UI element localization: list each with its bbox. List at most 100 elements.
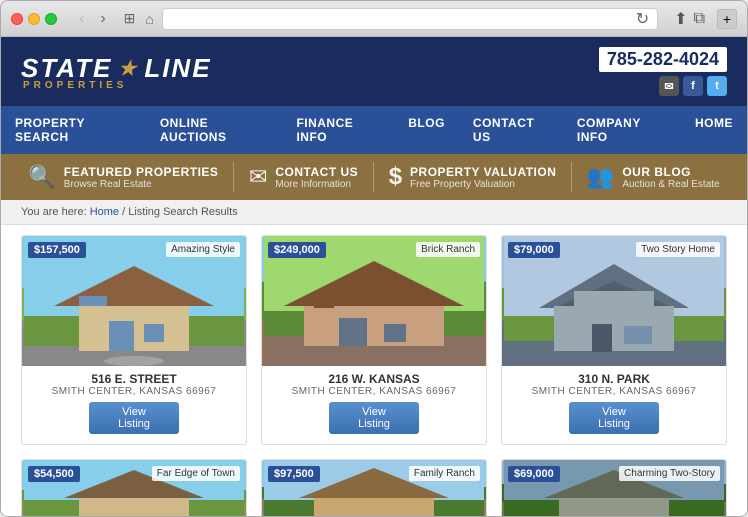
nav-arrows: ‹ › xyxy=(73,8,112,30)
nav-company-info[interactable]: COMPANY INFO xyxy=(563,106,681,154)
feature-valuation-text: PROPERTY VALUATION Free Property Valuati… xyxy=(410,165,556,190)
logo-sub: PROPERTIES xyxy=(23,80,212,91)
listing-price-4: $54,500 xyxy=(28,466,80,482)
listings-grid: $157,500 Amazing Style 516 E. STREET SMI… xyxy=(21,235,727,445)
feature-properties-title: FEATURED PROPERTIES xyxy=(64,165,219,179)
view-listing-button-2[interactable]: View Listing xyxy=(329,402,419,434)
home-button[interactable]: ⌂ xyxy=(145,11,153,27)
feature-valuation[interactable]: $ PROPERTY VALUATION Free Property Valua… xyxy=(389,163,557,191)
listing-style-5: Family Ranch xyxy=(409,466,480,481)
view-listing-button-1[interactable]: View Listing xyxy=(89,402,179,434)
share-button[interactable]: ⬆ xyxy=(674,9,687,29)
listing-info-3: 310 N. PARK SMITH CENTER, KANSAS 66967 V… xyxy=(502,366,726,444)
people-icon: 👥 xyxy=(587,164,614,190)
site-content: STATE ★ LINE PROPERTIES 785-282-4024 ✉ f… xyxy=(1,37,747,517)
listing-image-6: $69,000 Charming Two-Story xyxy=(502,460,726,517)
nav-home[interactable]: HOME xyxy=(681,106,747,154)
refresh-button[interactable]: ↻ xyxy=(636,9,649,29)
listing-price-5: $97,500 xyxy=(268,466,320,482)
windows-button[interactable]: ⧉ xyxy=(694,9,705,29)
feature-contact[interactable]: ✉ CONTACT US More Information xyxy=(249,164,358,190)
listing-style-2: Brick Ranch xyxy=(416,242,480,257)
listing-address-3: 310 N. PARK xyxy=(508,372,720,386)
listing-card-5: $97,500 Family Ranch xyxy=(261,459,487,517)
listing-card-2: $249,000 Brick Ranch 216 W. KANSAS SMITH… xyxy=(261,235,487,445)
feature-divider-2 xyxy=(373,162,374,192)
listing-card-6: $69,000 Charming Two-Story xyxy=(501,459,727,517)
nav-blog[interactable]: BLOG xyxy=(394,106,459,154)
header-right: 785-282-4024 ✉ f t xyxy=(599,47,727,96)
feature-contact-sub: More Information xyxy=(275,179,358,190)
listing-image-4: $54,500 Far Edge of Town xyxy=(22,460,246,517)
feature-contact-text: CONTACT US More Information xyxy=(275,165,358,190)
feature-divider-1 xyxy=(233,162,234,192)
mail-icon: ✉ xyxy=(249,164,267,190)
listing-city-1: SMITH CENTER, KANSAS 66967 xyxy=(28,386,240,397)
listing-style-6: Charming Two-Story xyxy=(619,466,720,481)
feature-bar: 🔍 FEATURED PROPERTIES Browse Real Estate… xyxy=(1,154,747,200)
listing-style-1: Amazing Style xyxy=(166,242,240,257)
listing-style-4: Far Edge of Town xyxy=(152,466,240,481)
breadcrumb-prefix: You are here: xyxy=(21,206,90,218)
main-navigation: PROPERTY SEARCH ONLINE AUCTIONS FINANCE … xyxy=(1,106,747,154)
listing-card-3: $79,000 Two Story Home 310 N. PARK SMITH… xyxy=(501,235,727,445)
logo-star: ★ xyxy=(118,56,138,81)
reader-button[interactable]: ⊞ xyxy=(124,10,136,27)
listing-info-2: 216 W. KANSAS SMITH CENTER, KANSAS 66967… xyxy=(262,366,486,444)
feature-blog-text: OUR BLOG Auction & Real Estate xyxy=(622,165,719,190)
feature-properties-sub: Browse Real Estate xyxy=(64,179,219,190)
site-header: STATE ★ LINE PROPERTIES 785-282-4024 ✉ f… xyxy=(1,37,747,106)
close-button[interactable] xyxy=(11,13,23,25)
feature-contact-title: CONTACT US xyxy=(275,165,358,179)
feature-valuation-sub: Free Property Valuation xyxy=(410,179,556,190)
maximize-button[interactable] xyxy=(45,13,57,25)
listing-info-1: 516 E. STREET SMITH CENTER, KANSAS 66967… xyxy=(22,366,246,444)
search-icon: 🔍 xyxy=(28,164,55,190)
listing-image-3: $79,000 Two Story Home xyxy=(502,236,726,366)
browser-titlebar: ‹ › ⊞ ⌂ ↻ ⬆ ⧉ + xyxy=(1,1,747,37)
feature-blog[interactable]: 👥 OUR BLOG Auction & Real Estate xyxy=(587,164,720,190)
browser-window: ‹ › ⊞ ⌂ ↻ ⬆ ⧉ + STATE ★ LINE PROPERTIES xyxy=(0,0,748,517)
listing-image-5: $97,500 Family Ranch xyxy=(262,460,486,517)
logo[interactable]: STATE ★ LINE PROPERTIES xyxy=(21,53,212,91)
listing-image-1: $157,500 Amazing Style xyxy=(22,236,246,366)
listing-price-2: $249,000 xyxy=(268,242,326,258)
back-button[interactable]: ‹ xyxy=(73,8,90,30)
window-controls xyxy=(11,13,57,25)
listing-address-1: 516 E. STREET xyxy=(28,372,240,386)
minimize-button[interactable] xyxy=(28,13,40,25)
listing-price-6: $69,000 xyxy=(508,466,560,482)
feature-divider-3 xyxy=(571,162,572,192)
social-icons: ✉ f t xyxy=(599,76,727,96)
listing-city-3: SMITH CENTER, KANSAS 66967 xyxy=(508,386,720,397)
dollar-icon: $ xyxy=(389,163,402,191)
email-icon[interactable]: ✉ xyxy=(659,76,679,96)
feature-properties[interactable]: 🔍 FEATURED PROPERTIES Browse Real Estate xyxy=(28,164,218,190)
listing-card-1: $157,500 Amazing Style 516 E. STREET SMI… xyxy=(21,235,247,445)
listing-card-4: $54,500 Far Edge of Town xyxy=(21,459,247,517)
forward-button[interactable]: › xyxy=(94,8,111,30)
address-bar[interactable]: ↻ xyxy=(162,8,658,30)
listing-price-3: $79,000 xyxy=(508,242,560,258)
feature-valuation-title: PROPERTY VALUATION xyxy=(410,165,556,179)
listings-area: $157,500 Amazing Style 516 E. STREET SMI… xyxy=(1,225,747,517)
browser-actions: ⬆ ⧉ xyxy=(674,9,705,29)
feature-blog-sub: Auction & Real Estate xyxy=(622,179,719,190)
add-tab-button[interactable]: + xyxy=(717,9,737,29)
listing-address-2: 216 W. KANSAS xyxy=(268,372,480,386)
nav-online-auctions[interactable]: ONLINE AUCTIONS xyxy=(146,106,283,154)
phone-number: 785-282-4024 xyxy=(599,47,727,72)
breadcrumb-home[interactable]: Home xyxy=(90,206,119,218)
twitter-icon[interactable]: t xyxy=(707,76,727,96)
nav-property-search[interactable]: PROPERTY SEARCH xyxy=(1,106,146,154)
breadcrumb: You are here: Home / Listing Search Resu… xyxy=(1,200,747,225)
listing-city-2: SMITH CENTER, KANSAS 66967 xyxy=(268,386,480,397)
nav-contact-us[interactable]: CONTACT US xyxy=(459,106,563,154)
listings-grid-2: $54,500 Far Edge of Town $97,500 Famil xyxy=(21,459,727,517)
feature-blog-title: OUR BLOG xyxy=(622,165,719,179)
listing-price-1: $157,500 xyxy=(28,242,86,258)
nav-finance-info[interactable]: FINANCE INFO xyxy=(282,106,394,154)
feature-properties-text: FEATURED PROPERTIES Browse Real Estate xyxy=(64,165,219,190)
view-listing-button-3[interactable]: View Listing xyxy=(569,402,659,434)
facebook-icon[interactable]: f xyxy=(683,76,703,96)
